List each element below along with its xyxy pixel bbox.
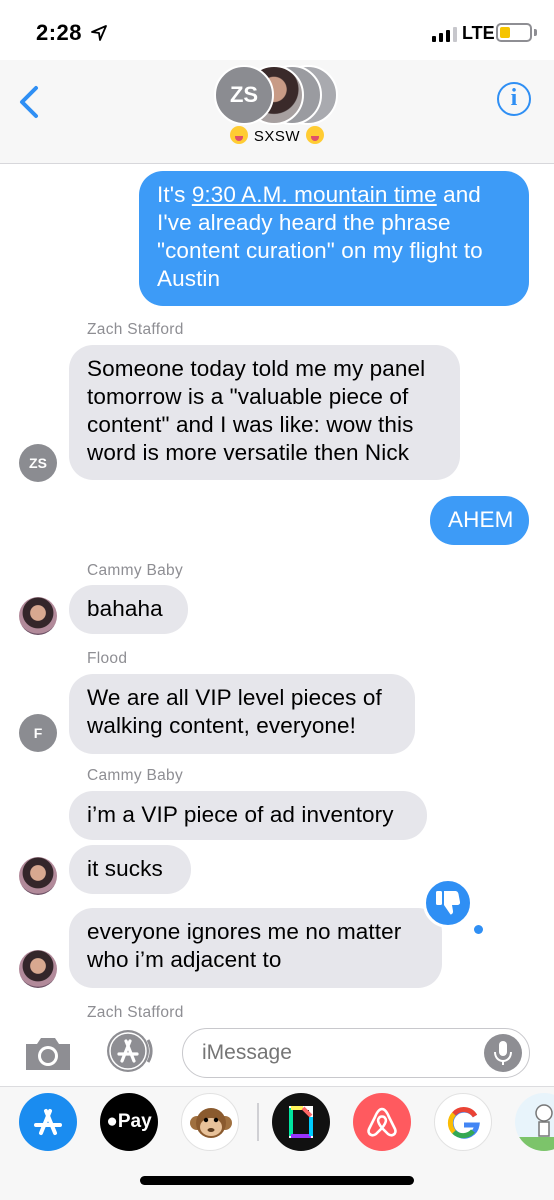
apple-pay-tray-button[interactable]: ●Pay <box>100 1093 158 1151</box>
sender-avatar[interactable]: ZS <box>19 444 57 482</box>
zany-face-emoji-icon <box>229 126 248 144</box>
message-text: It's <box>157 182 192 207</box>
airbnb-tray-button[interactable] <box>353 1093 411 1151</box>
message-bubble-received[interactable]: We are all VIP level pieces of walking c… <box>69 674 415 754</box>
imessage-input[interactable] <box>182 1028 530 1078</box>
app-store-tray-button[interactable] <box>19 1093 77 1151</box>
camera-icon[interactable] <box>22 1034 74 1074</box>
group-name-row[interactable]: SXSW <box>0 126 554 145</box>
info-button[interactable]: i <box>497 82 531 116</box>
message-bubble-sent[interactable]: AHEM <box>430 496 529 545</box>
apple-logo-icon: ● <box>106 1111 118 1132</box>
group-avatar-stack[interactable]: ZS <box>214 65 344 125</box>
app-store-icon <box>34 1109 62 1135</box>
tapback-tail-dot <box>474 925 483 934</box>
message-bubble-received[interactable]: everyone ignores me no matter who i’m ad… <box>69 908 442 988</box>
signal-icon <box>432 26 457 42</box>
animoji-tray-button[interactable] <box>181 1093 239 1151</box>
sender-name: Flood <box>87 650 128 667</box>
conversation-header: ZS SXSW i <box>0 60 554 164</box>
microphone-icon <box>494 1041 512 1065</box>
giphy-tray-button[interactable] <box>272 1093 330 1151</box>
tray-separator <box>257 1103 259 1141</box>
battery-icon <box>496 23 532 42</box>
back-chevron-icon[interactable] <box>14 82 48 122</box>
google-tray-button[interactable] <box>434 1093 492 1151</box>
sender-avatar-photo[interactable] <box>19 597 57 635</box>
compose-bar <box>0 1020 554 1086</box>
microphone-button[interactable] <box>484 1034 522 1072</box>
monkey-animoji-icon <box>190 1108 232 1138</box>
group-name: SXSW <box>253 128 301 145</box>
detected-time-link[interactable]: 9:30 A.M. mountain time <box>192 182 437 207</box>
tapback-thumbs-down[interactable] <box>423 878 473 928</box>
message-bubble-received[interactable]: Someone today told me my panel tomorrow … <box>69 345 460 480</box>
sender-name: Zach Stafford <box>87 321 184 338</box>
message-bubble-received[interactable]: bahaha <box>69 585 188 634</box>
status-time: 2:28 <box>36 20 83 45</box>
airbnb-icon <box>367 1107 397 1137</box>
giphy-icon <box>289 1106 313 1138</box>
app-store-apps-icon[interactable] <box>102 1028 156 1074</box>
sender-avatar-photo[interactable] <box>19 857 57 895</box>
google-g-icon <box>447 1107 480 1139</box>
location-arrow-icon <box>91 25 107 41</box>
app-drawer: ●Pay <box>0 1086 554 1154</box>
thumbs-down-icon <box>436 891 461 915</box>
sticker-app-tray-button[interactable] <box>515 1093 554 1151</box>
home-indicator[interactable] <box>140 1176 414 1185</box>
message-bubble-received[interactable]: it sucks <box>69 845 191 894</box>
sender-avatar[interactable]: F <box>19 714 57 752</box>
network-type: LTE <box>462 23 495 43</box>
battery-tip <box>534 29 537 36</box>
message-bubble-sent[interactable]: It's 9:30 A.M. mountain time and I've al… <box>139 171 529 306</box>
status-bar: 2:28 LTE <box>0 0 554 60</box>
apple-pay-label: Pay <box>117 1111 152 1132</box>
zany-face-emoji-icon <box>306 126 325 144</box>
sender-name: Cammy Baby <box>87 562 184 579</box>
group-avatar-initials: ZS <box>214 65 274 125</box>
sender-name: Cammy Baby <box>87 767 184 784</box>
message-bubble-received[interactable]: i’m a VIP piece of ad inventory <box>69 791 427 840</box>
skeleton-sticker-icon <box>515 1104 554 1151</box>
sender-avatar-photo[interactable] <box>19 950 57 988</box>
